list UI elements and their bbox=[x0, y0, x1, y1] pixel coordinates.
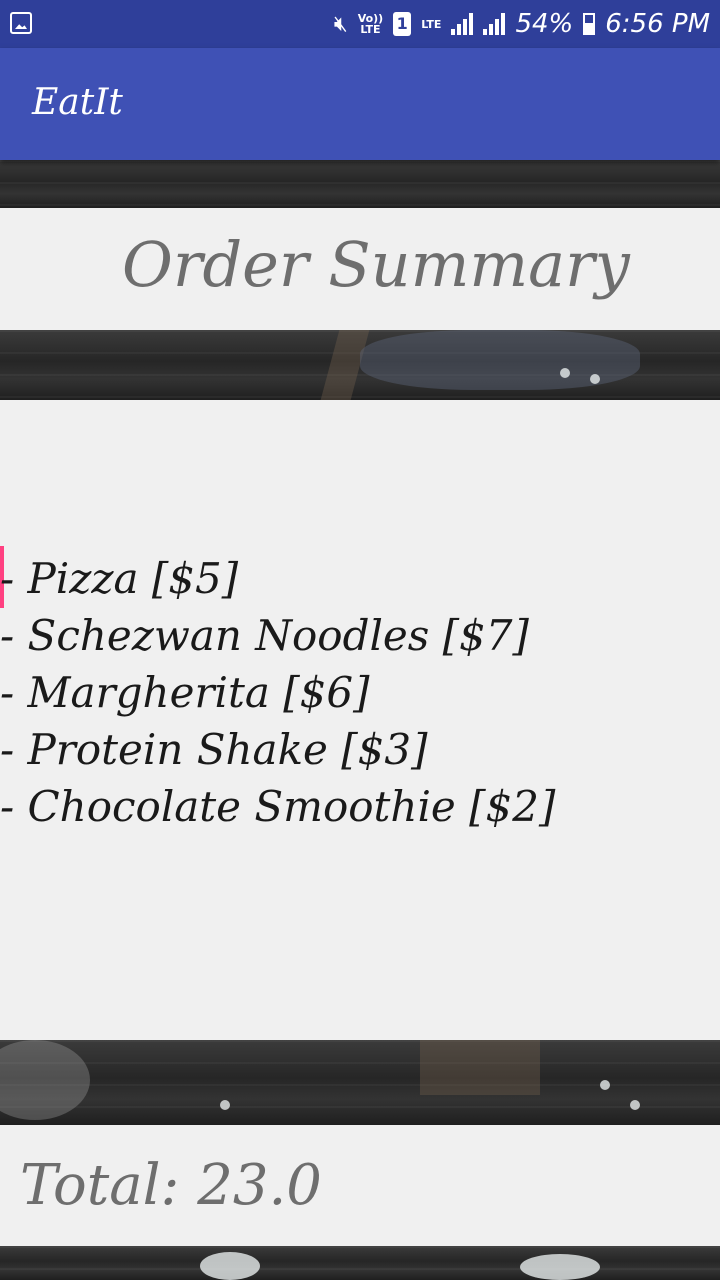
page-title: Order Summary bbox=[122, 228, 630, 301]
app-bar: EatIt bbox=[0, 48, 720, 160]
battery-icon bbox=[583, 13, 596, 35]
flower-decoration bbox=[590, 374, 600, 384]
list-item: - Schezwan Noodles [$7] bbox=[0, 611, 529, 660]
gallery-notification-icon bbox=[10, 12, 32, 34]
signal-icon bbox=[451, 13, 474, 35]
vibrate-icon: 🔇︎ bbox=[333, 11, 348, 37]
battery-percentage: 54% bbox=[515, 9, 574, 39]
cup-decoration bbox=[0, 1040, 90, 1120]
total-panel: Total: 23.0 bbox=[0, 1125, 720, 1246]
lte-indicator: LTE bbox=[421, 17, 442, 31]
volte-indicator: Vo)) LTE bbox=[357, 12, 384, 36]
background-wood-top bbox=[0, 160, 720, 208]
flower-decoration bbox=[560, 368, 570, 378]
flower-decoration bbox=[520, 1254, 600, 1280]
order-list-panel[interactable]: - Pizza [$5] - Schezwan Noodles [$7] - M… bbox=[0, 400, 720, 1040]
sim-icon: 1 bbox=[393, 12, 412, 36]
clock: 6:56 PM bbox=[605, 9, 710, 39]
crate-decoration bbox=[420, 1040, 540, 1095]
status-icons: 🔇︎ Vo)) LTE 1 LTE 54% 6:56 PM bbox=[334, 6, 710, 42]
flower-decoration bbox=[220, 1100, 230, 1110]
signal-icon-2 bbox=[483, 13, 506, 35]
order-list: - Pizza [$5] - Schezwan Noodles [$7] - M… bbox=[0, 550, 555, 835]
background-wood-bottom bbox=[0, 1246, 720, 1280]
list-item: - Margherita [$6] bbox=[0, 668, 370, 717]
list-item: - Pizza [$5] bbox=[0, 554, 239, 603]
flower-decoration bbox=[630, 1100, 640, 1110]
flower-decoration bbox=[200, 1252, 260, 1280]
screen: 🔇︎ Vo)) LTE 1 LTE 54% 6:56 PM EatIt Orde… bbox=[0, 0, 720, 1280]
summary-header-panel: Order Summary bbox=[0, 208, 720, 330]
list-item: - Protein Shake [$3] bbox=[0, 725, 428, 774]
background-wood-lower bbox=[0, 1040, 720, 1125]
app-title: EatIt bbox=[32, 82, 123, 123]
list-item: - Chocolate Smoothie [$2] bbox=[0, 782, 556, 831]
flower-decoration bbox=[600, 1080, 610, 1090]
background-wood-middle bbox=[0, 330, 720, 400]
total-amount: Total: 23.0 bbox=[20, 1153, 322, 1218]
status-bar: 🔇︎ Vo)) LTE 1 LTE 54% 6:56 PM bbox=[0, 0, 720, 48]
